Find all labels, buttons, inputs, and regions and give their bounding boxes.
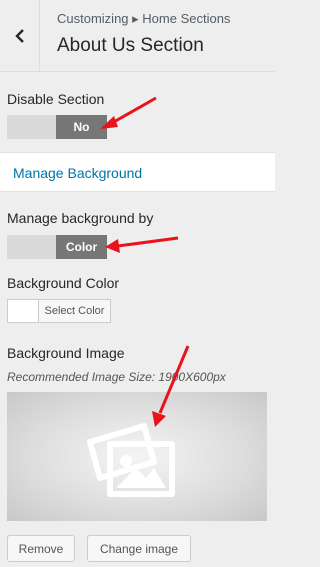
disable-section-label: Disable Section bbox=[7, 91, 105, 107]
color-swatch[interactable] bbox=[8, 300, 39, 322]
arrow-annotation-manage-by bbox=[105, 236, 179, 253]
chevron-left-icon bbox=[14, 29, 24, 43]
panel-title: About Us Section bbox=[57, 35, 204, 56]
customizer-header: Customizing ▸ Home Sections About Us Sec… bbox=[0, 0, 275, 72]
manage-background-link[interactable]: Manage Background bbox=[13, 165, 142, 181]
manage-background-by-label: Manage background by bbox=[7, 210, 154, 226]
image-size-hint: Recommended Image Size: 1900X600px bbox=[7, 370, 226, 384]
remove-image-button[interactable]: Remove bbox=[7, 535, 75, 562]
toggle-off-area[interactable] bbox=[7, 235, 56, 259]
background-color-label: Background Color bbox=[7, 275, 120, 291]
select-color-label: Select Color bbox=[44, 305, 105, 317]
breadcrumb: Customizing ▸ Home Sections bbox=[57, 11, 231, 26]
toggle-off-area[interactable] bbox=[7, 115, 56, 139]
arrow-annotation-disable-section bbox=[100, 96, 157, 129]
disable-section-toggle[interactable]: No bbox=[7, 115, 107, 139]
image-placeholder-icon bbox=[87, 422, 175, 497]
manage-background-section[interactable]: Manage Background bbox=[0, 152, 275, 192]
back-button[interactable] bbox=[0, 0, 40, 72]
change-image-button[interactable]: Change image bbox=[87, 535, 191, 562]
background-image-label: Background Image bbox=[7, 345, 125, 361]
toggle-value[interactable]: Color bbox=[56, 235, 107, 259]
toggle-value[interactable]: No bbox=[56, 115, 107, 139]
background-image-preview[interactable] bbox=[7, 392, 267, 521]
manage-background-by-toggle[interactable]: Color bbox=[7, 235, 107, 259]
select-color-button[interactable]: Select Color bbox=[7, 299, 111, 323]
